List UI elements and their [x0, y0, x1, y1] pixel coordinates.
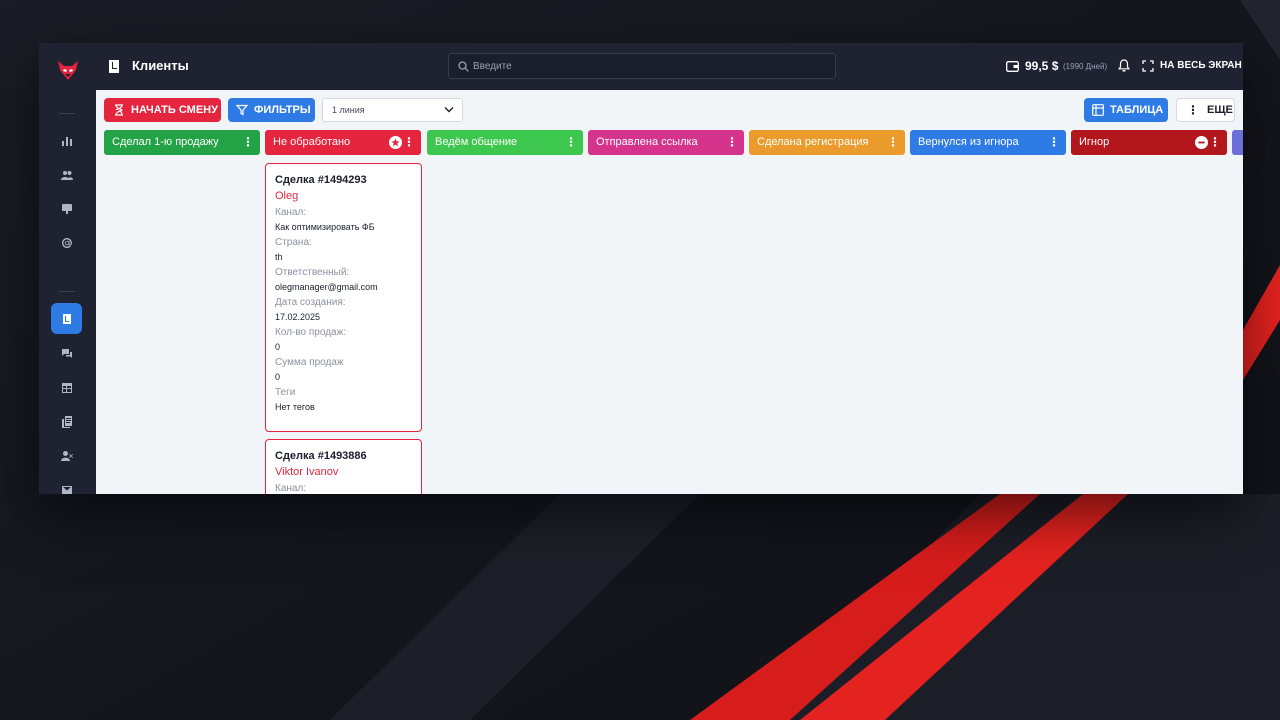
sidebar-item-documents[interactable] [51, 406, 82, 437]
more-label: ЕЩЕ [1207, 104, 1233, 116]
deal-number: Сделка #1493886 [275, 450, 367, 462]
field-label: Теги [275, 387, 296, 398]
column-header[interactable]: Игнор ⋮ [1071, 130, 1227, 155]
column-menu-icon[interactable]: ⋮ [1209, 130, 1221, 154]
filters-button[interactable]: ФИЛЬТРЫ [228, 98, 315, 122]
bar-chart-icon [61, 136, 72, 146]
sidebar-item-stats[interactable] [51, 125, 82, 156]
sidebar-item-chats[interactable] [51, 338, 82, 369]
line-select-value: 1 линия [332, 105, 365, 115]
line-select[interactable]: 1 линия [322, 98, 463, 122]
column-menu-icon[interactable]: ⋮ [242, 130, 254, 154]
column-menu-icon[interactable]: ⋮ [403, 130, 415, 154]
column-title: Вернулся из игнора [918, 136, 1019, 148]
column-title: Ведём общение [435, 136, 518, 148]
fullscreen-button[interactable]: НА ВЕСЬ ЭКРАН [1160, 60, 1242, 71]
monitor-icon [61, 203, 72, 214]
field-label: Дата создания: [275, 297, 346, 308]
column-header[interactable]: Вернулся из игнора ⋮ [910, 130, 1066, 155]
field-value: Как оптимизировать ФБ [275, 222, 375, 232]
fullscreen-icon[interactable] [1142, 60, 1154, 72]
search-input[interactable] [473, 54, 823, 78]
field-label: Ответственный: [275, 267, 350, 278]
field-label: Кол-во продаж: [275, 327, 347, 338]
start-shift-button[interactable]: НАЧАТЬ СМЕНУ [104, 98, 221, 122]
sidebar-divider [59, 113, 75, 114]
column-header[interactable]: Сделана регистрация ⋮ [749, 130, 905, 155]
app-window: Клиенты 99,5 $ (1990 Дней) НА ВЕСЬ ЭКРАН [39, 43, 1243, 494]
column-header[interactable]: Отправлена ссылка ⋮ [588, 130, 744, 155]
column-header[interactable]: Сделал 1-ю продажу ⋮ [104, 130, 260, 155]
field-value: 0 [275, 372, 281, 382]
field-label: Сумма продаж [275, 357, 344, 368]
balance-value: 99,5 $ [1025, 59, 1059, 73]
field-value: 17.02.2025 [275, 312, 321, 322]
column-title: Сделана регистрация [757, 136, 869, 148]
top-bar: Клиенты 99,5 $ (1990 Дней) НА ВЕСЬ ЭКРАН [96, 43, 1243, 90]
envelope-icon [61, 485, 72, 494]
field-value: Нет тегов [275, 402, 315, 412]
column-header[interactable]: Не обработано ⋮ [265, 130, 421, 155]
sidebar-item-team[interactable] [51, 159, 82, 190]
column-title: Не обработано [273, 136, 351, 148]
hourglass-icon [115, 104, 123, 116]
client-name[interactable]: Oleg [275, 188, 421, 204]
sidebar-item-blocked-users[interactable] [51, 440, 82, 471]
field-value: 0 [275, 342, 281, 352]
field-label: Канал: [275, 483, 307, 494]
star-icon[interactable] [389, 136, 402, 149]
search-icon [458, 61, 469, 72]
field-label: Канал: [275, 207, 307, 218]
column-header-partial[interactable] [1232, 130, 1243, 155]
sidebar-item-messages[interactable] [51, 474, 82, 494]
column-menu-icon[interactable]: ⋮ [565, 130, 577, 154]
start-shift-label: НАЧАТЬ СМЕНУ [131, 104, 218, 116]
sidebar-divider [59, 291, 75, 292]
sidebar-item-mail[interactable] [51, 227, 82, 258]
column-title: Отправлена ссылка [596, 136, 698, 148]
field-value: th [275, 252, 283, 262]
table-layout-icon [1092, 104, 1104, 116]
users-icon [60, 170, 73, 180]
user-remove-icon [60, 450, 73, 461]
sidebar-item-clients[interactable] [51, 303, 82, 334]
table-icon [61, 382, 72, 393]
contacts-book-icon [62, 313, 71, 324]
more-button[interactable]: ⋮ ЕЩЕ [1176, 98, 1235, 122]
kebab-icon: ⋮ [1187, 103, 1199, 117]
page-title: Клиенты [132, 58, 189, 73]
client-name[interactable]: Viktor Ivanov [275, 464, 421, 480]
sidebar-item-presentation[interactable] [51, 193, 82, 224]
field-value: olegmanager@gmail.com [275, 282, 378, 292]
column-header[interactable]: Ведём общение ⋮ [427, 130, 583, 155]
at-sign-icon [61, 237, 72, 248]
filter-icon [236, 104, 248, 116]
bell-icon[interactable] [1118, 59, 1130, 72]
deal-card[interactable]: Сделка #1494293 Oleg Канал: Как оптимизи… [265, 163, 422, 432]
search-box[interactable] [448, 53, 836, 79]
column-menu-icon[interactable]: ⋮ [1048, 130, 1060, 154]
field-label: Страна: [275, 237, 312, 248]
column-menu-icon[interactable]: ⋮ [887, 130, 899, 154]
chevron-down-icon [444, 107, 454, 113]
deal-number: Сделка #1494293 [275, 174, 367, 186]
filters-label: ФИЛЬТРЫ [254, 104, 311, 116]
logo-icon[interactable] [55, 57, 81, 83]
column-title: Игнор [1079, 136, 1110, 148]
column-title: Сделал 1-ю продажу [112, 136, 219, 148]
minus-circle-icon[interactable] [1195, 136, 1208, 149]
deal-card[interactable]: Сделка #1493886 Viktor Ivanov Канал: [265, 439, 422, 494]
table-view-button[interactable]: ТАБЛИЦА [1084, 98, 1168, 122]
wallet-icon [1006, 61, 1019, 72]
table-view-label: ТАБЛИЦА [1110, 104, 1164, 116]
subscription-days: (1990 Дней) [1063, 62, 1108, 71]
contacts-book-icon [109, 60, 119, 73]
sidebar [39, 43, 96, 494]
copy-icon [61, 415, 72, 428]
column-menu-icon[interactable]: ⋮ [726, 130, 738, 154]
chat-bubbles-icon [61, 348, 72, 358]
sidebar-item-reports[interactable] [51, 372, 82, 403]
